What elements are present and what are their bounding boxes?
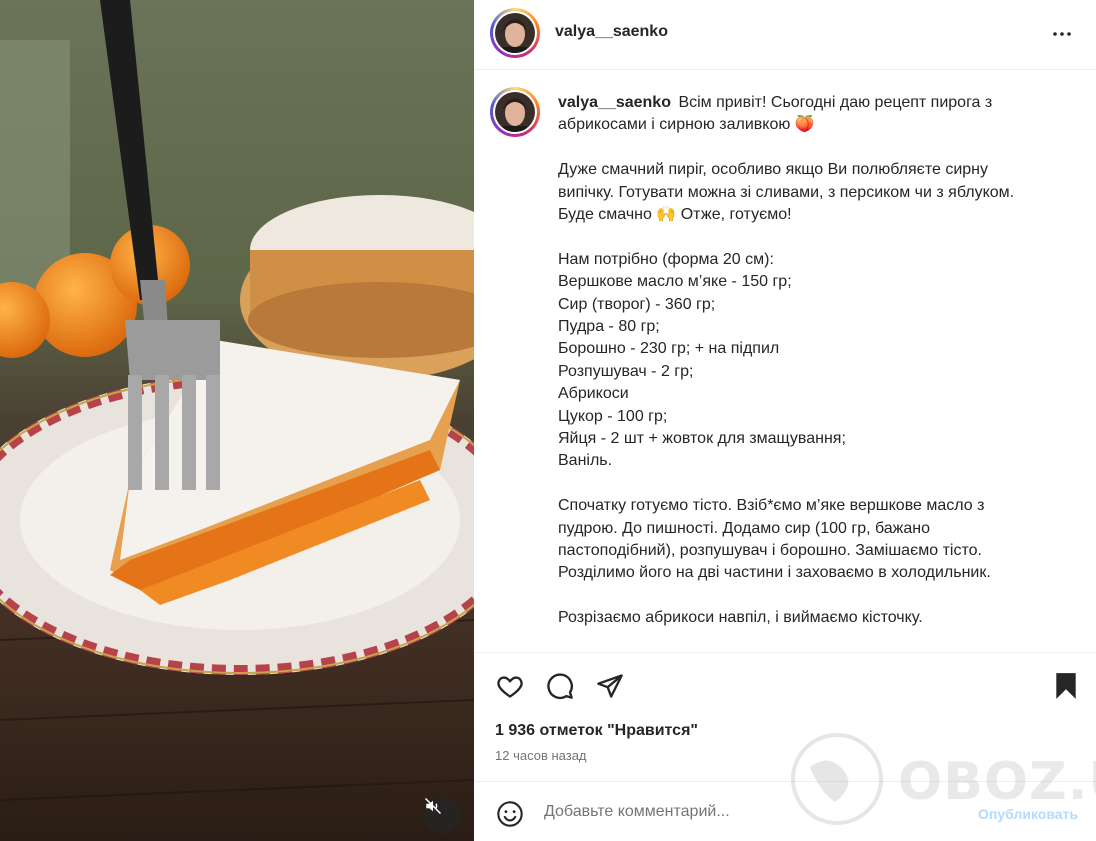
ingredient-line: Абрикоси — [558, 385, 629, 403]
like-button[interactable] — [494, 670, 526, 702]
post-header: valya__saenko — [474, 0, 1096, 70]
step-line: пудрою. До пишності. Додамо сир (100 гр,… — [558, 519, 931, 537]
more-horizontal-icon — [1053, 32, 1071, 36]
step-line: Розділимо його на дві частини і заховаєм… — [558, 564, 991, 582]
step-line: Розрізаємо абрикоси навпіл, і виймаємо к… — [558, 609, 923, 627]
post-details-panel: valya__saenko valya__saenko Всім привіт!… — [474, 0, 1096, 841]
emoji-button[interactable] — [494, 798, 526, 830]
mute-button[interactable] — [424, 797, 460, 833]
ingredient-line: Яйця - 2 шт + жовток для змащування; — [558, 430, 846, 448]
ingredient-line: Цукор - 100 гр; — [558, 407, 668, 425]
speaker-muted-icon — [424, 797, 442, 815]
author-avatar[interactable] — [490, 8, 540, 58]
caption-line: Буде смачно 🙌 Отже, готуємо! — [558, 206, 792, 224]
header-username[interactable]: valya__saenko — [555, 23, 668, 41]
more-options-button[interactable] — [1050, 22, 1074, 46]
heart-icon — [497, 676, 523, 698]
avatar-photo — [495, 13, 535, 53]
share-button[interactable] — [594, 670, 626, 702]
post-media[interactable] — [0, 0, 474, 841]
ingredient-line: Розпушувач - 2 гр; — [558, 362, 694, 380]
save-button[interactable] — [1050, 670, 1082, 702]
comment-button[interactable] — [544, 670, 576, 702]
ingredient-line: Пудра - 80 гр; — [558, 318, 660, 336]
caption-line: випічку. Готувати можна зі сливами, з пе… — [558, 183, 1015, 201]
ingredient-line: Борошно - 230 гр; + на підпил — [558, 340, 780, 358]
avatar-photo — [495, 92, 535, 132]
caption-author-avatar[interactable] — [490, 87, 540, 137]
step-line: пастоподібний), розпушувач і борошно. За… — [558, 542, 982, 560]
caption-area: valya__saenko Всім привіт! Сьогодні даю … — [474, 71, 1096, 651]
ingredient-line: Вершкове масло м’яке - 150 гр; — [558, 273, 792, 291]
ingredient-line: Ваніль. — [558, 452, 613, 470]
bookmark-icon — [1056, 673, 1076, 699]
post-timestamp[interactable]: 12 часов назад — [495, 748, 587, 763]
caption-line: Дуже смачний пиріг, особливо якщо Ви пол… — [558, 161, 989, 179]
emoji-icon — [497, 801, 523, 827]
post-caption: valya__saenko Всім привіт! Сьогодні даю … — [558, 92, 1068, 630]
publish-button[interactable]: Опубликовать — [978, 806, 1078, 822]
post-actions: 1 936 отметок "Нравится" 12 часов назад — [474, 652, 1096, 782]
likes-count[interactable]: 1 936 отметок "Нравится" — [495, 722, 698, 740]
step-line: Спочатку готуємо тісто. Взіб*ємо м’яке в… — [558, 497, 985, 515]
comment-bar: Опубликовать — [474, 783, 1096, 841]
comment-icon — [547, 673, 573, 700]
send-icon — [597, 674, 623, 698]
pie-photo — [0, 0, 474, 841]
ingredient-line: Нам потрібно (форма 20 см): — [558, 250, 774, 268]
comment-input[interactable] — [544, 803, 944, 821]
ingredient-line: Сир (творог) - 360 гр; — [558, 295, 716, 313]
caption-username[interactable]: valya__saenko — [558, 94, 671, 111]
